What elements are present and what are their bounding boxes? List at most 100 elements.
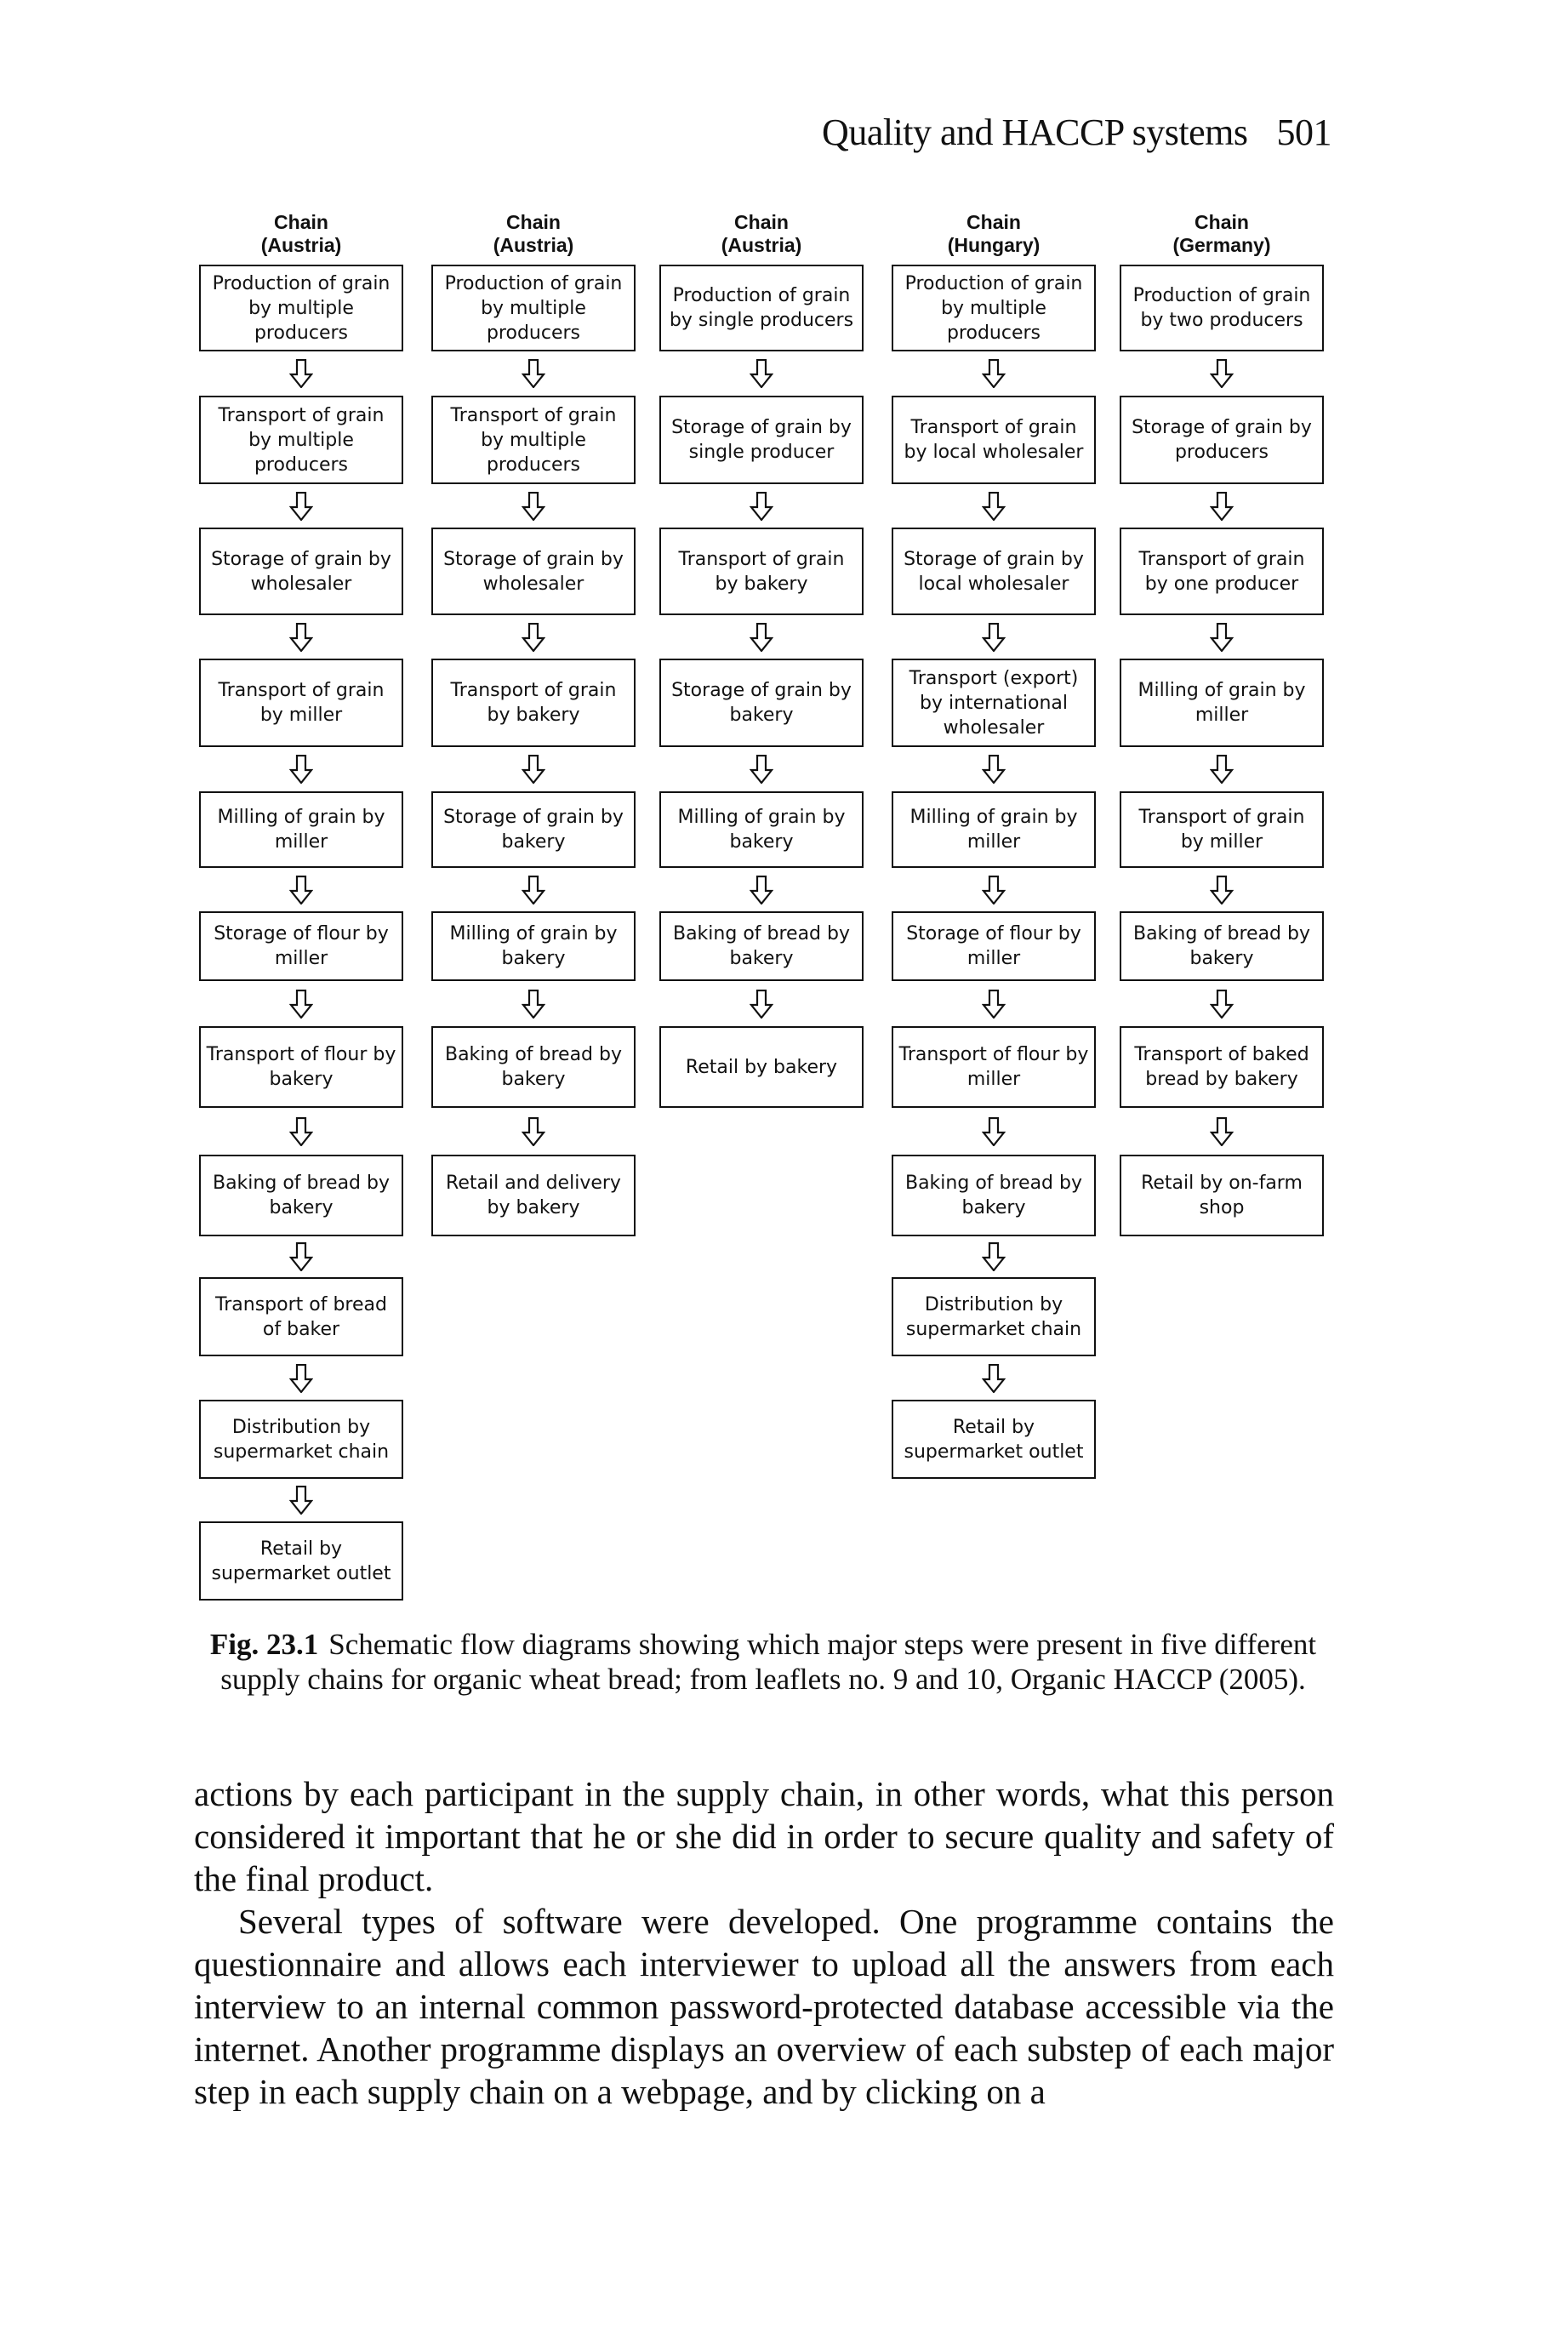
step-box: Storage of grain by wholesaler [431, 528, 636, 615]
running-head: Quality and HACCP systems 501 [822, 111, 1331, 154]
step-box: Retail by supermarket outlet [199, 1521, 403, 1601]
step-box: Production of grain by multiple producer… [892, 265, 1096, 351]
step-box: Production of grain by multiple producer… [199, 265, 403, 351]
down-arrow-icon [982, 1242, 1006, 1271]
down-arrow-icon [289, 875, 313, 904]
step-label: Production of grain by multiple producer… [444, 272, 623, 344]
step-box: Production of grain by multiple producer… [431, 265, 636, 351]
down-arrow-icon [1210, 622, 1234, 652]
step-label: Distribution by supermarket chain [905, 1293, 1082, 1340]
step-label: Storage of grain by wholesaler [211, 548, 391, 595]
chain-label: Chain [734, 211, 789, 233]
chain-country: (Austria) [260, 234, 342, 256]
down-arrow-icon [750, 875, 773, 904]
step-box: Storage of grain by bakery [431, 791, 636, 868]
step-label: Retail by supermarket outlet [211, 1538, 391, 1584]
step-label: Transport (export) by international whol… [909, 667, 1079, 739]
down-arrow-icon [982, 491, 1006, 521]
down-arrow-icon [289, 755, 313, 784]
step-label: Transport of bread of baker [215, 1293, 387, 1340]
down-arrow-icon [982, 875, 1006, 904]
step-label: Transport of flour by miller [898, 1044, 1089, 1090]
step-label: Milling of grain by miller [1138, 680, 1306, 726]
chain-country: (Hungary) [947, 234, 1041, 256]
chain-label: Chain [274, 211, 328, 233]
chain-label: Chain [1195, 211, 1249, 233]
step-box: Baking of bread by bakery [892, 1155, 1096, 1236]
step-box: Milling of grain by miller [1120, 659, 1324, 747]
down-arrow-icon [289, 989, 313, 1019]
step-label: Transport of baked bread by bakery [1134, 1044, 1309, 1090]
step-label: Milling of grain by bakery [677, 807, 846, 853]
step-label: Storage of grain by wholesaler [443, 548, 624, 595]
step-label: Storage of flour by miller [214, 923, 389, 969]
down-arrow-icon [289, 1116, 313, 1146]
step-label: Retail and delivery by bakery [446, 1173, 621, 1218]
step-box: Retail by on-farm shop [1120, 1155, 1324, 1236]
step-box: Baking of bread by bakery [659, 911, 864, 981]
figure-caption: Fig. 23.1 Schematic flow diagrams showing… [197, 1627, 1329, 1697]
chain-header: Chain (Austria) [199, 211, 403, 257]
step-box: Storage of grain by wholesaler [199, 528, 403, 615]
step-box: Transport of grain by multiple producers [431, 396, 636, 484]
down-arrow-icon [982, 1116, 1006, 1146]
down-arrow-icon [289, 1363, 313, 1393]
step-box: Storage of grain by producers [1120, 396, 1324, 484]
chain-label: Chain [506, 211, 561, 233]
down-arrow-icon [982, 622, 1006, 652]
paragraph: Several types of software were developed… [194, 1902, 1334, 2111]
running-head-title: Quality and HACCP systems [822, 111, 1248, 153]
step-label: Transport of grain by miller [1138, 807, 1305, 853]
step-label: Storage of grain by local wholesaler [904, 548, 1084, 595]
down-arrow-icon [750, 359, 773, 388]
step-box: Baking of bread by bakery [199, 1155, 403, 1236]
step-box: Production of grain by two producers [1120, 265, 1324, 351]
step-label: Baking of bread by bakery [904, 1173, 1082, 1218]
down-arrow-icon [982, 989, 1006, 1019]
step-box: Transport of grain by miller [199, 659, 403, 747]
step-box: Distribution by supermarket chain [892, 1277, 1096, 1356]
step-box: Transport of grain by local wholesaler [892, 396, 1096, 484]
step-box: Storage of flour by miller [892, 911, 1096, 981]
step-box: Milling of grain by miller [892, 791, 1096, 868]
step-box: Storage of grain by bakery [659, 659, 864, 747]
step-label: Milling of grain by miller [909, 807, 1078, 853]
down-arrow-icon [1210, 755, 1234, 784]
step-label: Transport of flour by bakery [206, 1044, 396, 1090]
chain-country: (Austria) [721, 234, 802, 256]
step-label: Milling of grain by bakery [449, 923, 618, 969]
chain-label: Chain [966, 211, 1021, 233]
step-label: Storage of grain by bakery [443, 807, 624, 853]
down-arrow-icon [982, 359, 1006, 388]
paragraph: actions by each participant in the suppl… [194, 1774, 1334, 1898]
step-box: Storage of flour by miller [199, 911, 403, 981]
down-arrow-icon [982, 1363, 1006, 1393]
step-label: Storage of grain by bakery [671, 680, 852, 726]
step-box: Milling of grain by miller [199, 791, 403, 868]
step-label: Distribution by supermarket chain [213, 1416, 390, 1463]
step-box: Production of grain by single producers [659, 265, 864, 351]
chain-country: (Germany) [1172, 234, 1271, 256]
down-arrow-icon [1210, 1116, 1234, 1146]
down-arrow-icon [1210, 875, 1234, 904]
step-label: Transport of grain by miller [218, 680, 385, 726]
step-label: Storage of grain by single producer [671, 417, 852, 463]
step-box: Transport of bread of baker [199, 1277, 403, 1356]
down-arrow-icon [1210, 491, 1234, 521]
chain-header: Chain (Austria) [659, 211, 864, 257]
chain-header: Chain (Austria) [431, 211, 636, 257]
down-arrow-icon [1210, 989, 1234, 1019]
down-arrow-icon [289, 359, 313, 388]
down-arrow-icon [522, 989, 545, 1019]
step-label: Production of grain by multiple producer… [212, 272, 391, 344]
step-box: Transport of flour by miller [892, 1026, 1096, 1108]
down-arrow-icon [289, 491, 313, 521]
step-label: Baking of bread by bakery [1132, 923, 1310, 969]
step-label: Retail by on-farm shop [1141, 1173, 1303, 1218]
step-label: Baking of bread by bakery [672, 923, 850, 969]
step-box: Storage of grain by single producer [659, 396, 864, 484]
step-label: Transport of grain by multiple producers [450, 404, 617, 476]
step-label: Production of grain by single producers [669, 285, 854, 331]
step-box: Milling of grain by bakery [659, 791, 864, 868]
step-box: Transport of grain by one producer [1120, 528, 1324, 615]
